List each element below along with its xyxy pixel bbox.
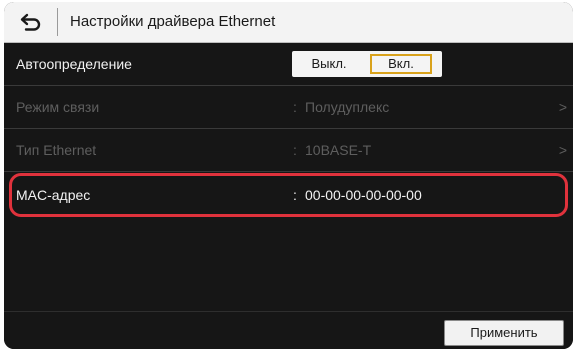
setting-label: MAC-адрес	[16, 187, 91, 203]
back-arrow-icon	[20, 13, 41, 31]
title-bar: Настройки драйвера Ethernet	[4, 2, 573, 43]
auto-detect-toggle: Выкл. Вкл.	[292, 51, 442, 77]
setting-row-ethernet-type: Тип Ethernet : 10BASE-T >	[4, 129, 573, 172]
chevron-right-icon: >	[558, 99, 567, 115]
setting-label: Автоопределение	[16, 56, 132, 72]
setting-value: 10BASE-T	[305, 142, 372, 158]
setting-label: Тип Ethernet	[16, 142, 97, 158]
page-title: Настройки драйвера Ethernet	[70, 13, 276, 30]
device-screen: Настройки драйвера Ethernet Автоопределе…	[4, 2, 573, 349]
back-button[interactable]	[10, 6, 52, 38]
setting-value: Полудуплекс	[305, 99, 390, 115]
setting-colon: :	[293, 187, 297, 203]
toggle-on-option[interactable]: Вкл.	[370, 54, 432, 74]
setting-label: Режим связи	[16, 99, 100, 115]
setting-colon: :	[293, 99, 297, 115]
setting-row-mac-address[interactable]: MAC-адрес : 00-00-00-00-00-00	[4, 174, 573, 216]
title-divider	[57, 8, 58, 36]
toggle-off-option[interactable]: Выкл.	[298, 54, 360, 74]
bottom-bar: Применить	[4, 311, 573, 349]
setting-row-auto-detect: Автоопределение Выкл. Вкл.	[4, 43, 573, 86]
apply-button[interactable]: Применить	[444, 320, 564, 346]
setting-colon: :	[293, 142, 297, 158]
setting-value: 00-00-00-00-00-00	[305, 187, 422, 203]
chevron-right-icon: >	[558, 142, 567, 158]
setting-row-communication-mode: Режим связи : Полудуплекс >	[4, 86, 573, 129]
